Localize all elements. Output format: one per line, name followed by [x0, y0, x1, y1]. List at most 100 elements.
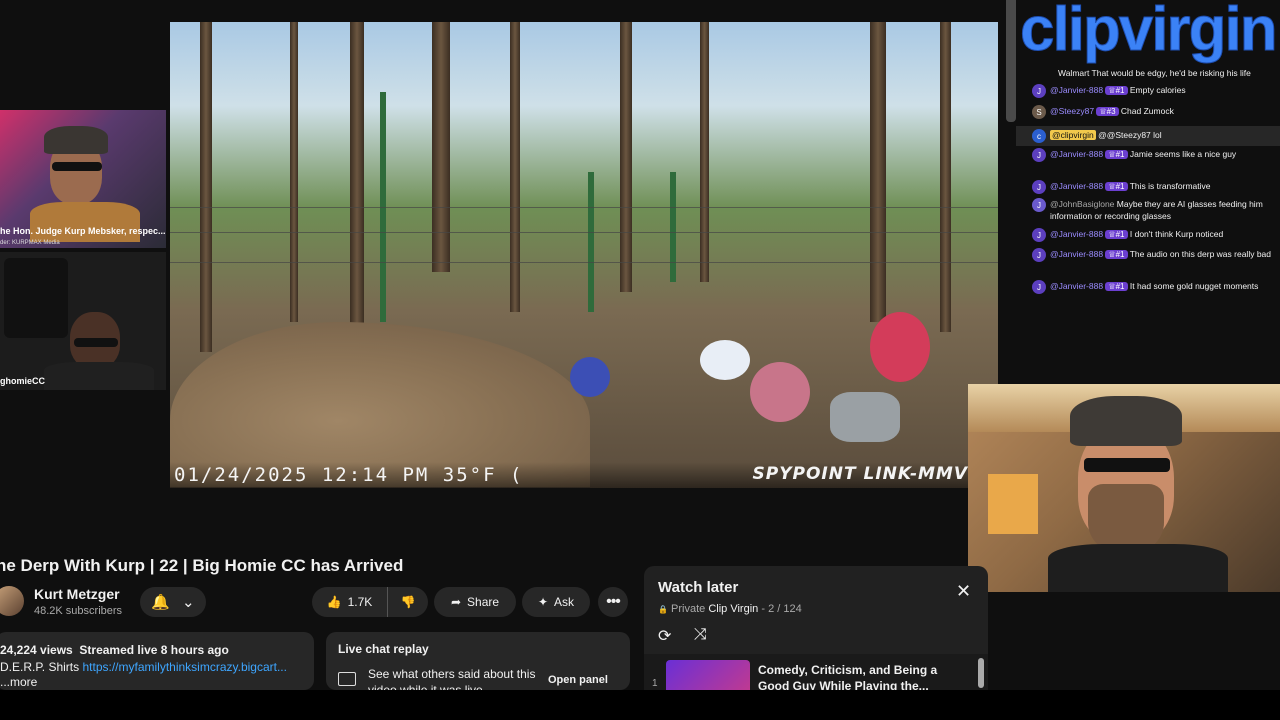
show-more-link[interactable]: ...more [0, 676, 310, 688]
description-text: D.E.R.P. Shirts [0, 660, 80, 674]
chat-text: @clipvirgin @@Steezy87 lol [1050, 129, 1162, 141]
close-icon[interactable]: ✕ [956, 582, 971, 600]
playlist-item-thumbnail[interactable] [666, 660, 750, 690]
sunglasses [74, 338, 118, 347]
chat-text: @JohnBasiglone Maybe they are AI glasses… [1050, 198, 1280, 222]
dislike-button[interactable]: 👎 [388, 595, 428, 609]
subscriber-count: 48.2K subscribers [34, 605, 123, 617]
video-title: he Derp With Kurp | 22 | Big Homie CC ha… [0, 556, 404, 575]
like-dislike-group: 👍 1.7K 👎 [312, 587, 428, 617]
playlist-scrollbar[interactable] [978, 658, 984, 688]
cap [1070, 396, 1182, 446]
more-actions-button[interactable]: ••• [598, 587, 628, 617]
scene-tree [290, 22, 298, 322]
rock [830, 392, 900, 442]
subscribed-bell-button[interactable]: 🔔 ⌄ [140, 587, 206, 617]
chat-text: @Janvier-888 ♕#1 Jamie seems like a nice… [1050, 148, 1236, 161]
chat-avatar: S [1032, 105, 1046, 119]
shirt-display [4, 258, 68, 338]
chat-avatar: J [1032, 280, 1046, 294]
scene-tree [350, 22, 364, 342]
chat-line-top: Walmart That would be edgy, he'd be risk… [1016, 68, 1280, 78]
chat-message-text: Jamie seems like a nice guy [1129, 149, 1237, 159]
chat-text: @Janvier-888 ♕#1 Empty calories [1050, 84, 1186, 97]
chat-username: @Janvier-888 [1050, 249, 1104, 259]
channel-name[interactable]: Kurt Metzger [34, 586, 120, 602]
chat-message-text: @@Steezy87 lol [1098, 130, 1162, 140]
streamed-time: Streamed live 8 hours ago [79, 643, 229, 657]
ask-button[interactable]: ✦ Ask [522, 587, 590, 617]
camera-timestamp: 01/24/2025 12:14 PM 35°F ( [174, 464, 524, 486]
live-chat-replay-title: Live chat replay [338, 642, 429, 656]
chat-text: @Janvier-888 ♕#1 This is transformative [1050, 180, 1211, 193]
chat-message: J @Janvier-888 ♕#1 Empty calories [1016, 84, 1280, 98]
fence-post [588, 172, 594, 312]
chat-message-text: Empty calories [1129, 85, 1186, 95]
sunglasses [1084, 458, 1170, 472]
video-player[interactable]: 01/24/2025 12:14 PM 35°F ( SPYPOINT LINK… [170, 22, 998, 488]
thumbs-up-icon: 👍 [326, 595, 342, 609]
rank-badge: ♕#3 [1096, 107, 1119, 116]
chevron-down-icon: ⌄ [182, 594, 195, 611]
repeat-icon[interactable]: ⟳ [658, 626, 671, 646]
description-box[interactable]: 24,224 views Streamed live 8 hours ago D… [0, 632, 314, 690]
webcam-sublabel: der: KURPMAX Media [0, 240, 60, 246]
rank-badge: ♕#1 [1105, 282, 1128, 291]
chat-message: J @Janvier-888 ♕#1 I don't think Kurp no… [1016, 228, 1280, 242]
chat-text: @Janvier-888 ♕#1 It had some gold nugget… [1050, 280, 1258, 293]
channel-avatar[interactable] [0, 586, 24, 616]
playlist-title[interactable]: Watch later [658, 579, 738, 596]
open-panel-button[interactable]: Open panel [548, 674, 608, 686]
sunglasses [52, 162, 102, 171]
playlist-item-index: 1 [652, 678, 658, 689]
webcam-label: ghomieCC [0, 376, 45, 386]
privacy-label: Private [671, 603, 706, 615]
flower [570, 357, 610, 397]
lock-icon: 🔒 [658, 605, 668, 614]
thumbs-down-icon: 👎 [400, 595, 416, 609]
flower [750, 362, 810, 422]
like-button[interactable]: 👍 1.7K [312, 587, 388, 617]
camera-stamp-bar: 01/24/2025 12:14 PM 35°F ( SPYPOINT LINK… [170, 462, 998, 488]
webcam-tile-host: he Hon. Judge Kurp Mebsker, respec... de… [0, 110, 166, 248]
description-stats: 24,224 views Streamed live 8 hours ago [0, 642, 310, 659]
shirt [44, 362, 154, 390]
fence-wire [170, 232, 998, 233]
chat-message: J @JohnBasiglone Maybe they are AI glass… [1016, 198, 1280, 222]
chat-username: @Steezy87 [1050, 106, 1095, 116]
share-button[interactable]: ➦ Share [434, 587, 516, 617]
playlist-owner[interactable]: Clip Virgin [708, 603, 758, 615]
chat-scrollbar[interactable] [1006, 0, 1016, 122]
channel-logo: clipvirgin [1020, 0, 1279, 65]
playlist-meta: 🔒 Private Clip Virgin - 2 / 124 [658, 603, 802, 615]
scene-tree [700, 22, 709, 282]
chat-avatar: J [1032, 180, 1046, 194]
live-chat-replay-card: Live chat replay See what others said ab… [326, 632, 630, 697]
bottom-strip [0, 690, 1280, 720]
scene-tree [200, 22, 212, 352]
chat-avatar: J [1032, 84, 1046, 98]
playlist-item[interactable]: 1 Comedy, Criticism, and Being a Good Gu… [644, 654, 988, 690]
chat-message-text: I don't think Kurp noticed [1129, 229, 1224, 239]
chat-username: @clipvirgin [1050, 130, 1096, 140]
webcam-label: he Hon. Judge Kurp Mebsker, respec... [0, 226, 166, 236]
bell-icon: 🔔 [151, 594, 171, 611]
scene-tree [940, 22, 951, 332]
chat-message-text: This is transformative [1129, 181, 1211, 191]
fence-post [670, 172, 676, 282]
webcam-tile-streamer [968, 384, 1280, 592]
scene-tree [510, 22, 520, 312]
shuffle-icon[interactable]: ⤨ [694, 626, 707, 644]
chat-message-highlighted: c @clipvirgin @@Steezy87 lol [1016, 126, 1280, 146]
playlist-item-title[interactable]: Comedy, Criticism, and Being a Good Guy … [758, 662, 968, 690]
chat-avatar: J [1032, 148, 1046, 162]
view-count: 24,224 views [0, 643, 73, 657]
chat-text: @Steezy87 ♕#3 Chad Zumock [1050, 105, 1174, 118]
description-link[interactable]: https://myfamilythinksimcrazy.bigcart... [82, 660, 287, 674]
chat-username: @Janvier-888 [1050, 181, 1104, 191]
rank-badge: ♕#1 [1105, 182, 1128, 191]
chat-bubble-icon [338, 672, 356, 686]
hat [44, 126, 108, 154]
chat-message: J @Janvier-888 ♕#1 Jamie seems like a ni… [1016, 148, 1280, 162]
share-label: Share [467, 595, 500, 609]
